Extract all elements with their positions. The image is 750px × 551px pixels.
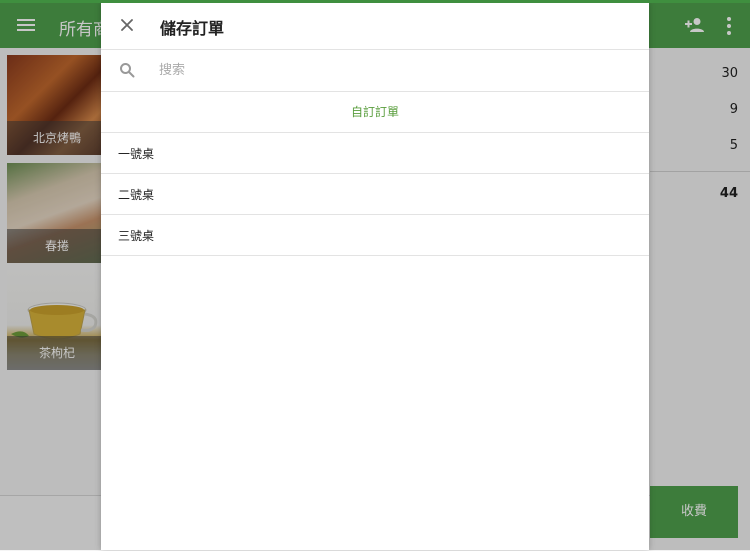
saved-order-label: 三號桌 — [118, 229, 155, 243]
saved-order-label: 二號桌 — [118, 188, 155, 202]
search-input[interactable] — [159, 60, 619, 80]
saved-order-item[interactable]: 一號桌 — [101, 133, 649, 174]
save-order-dialog: 儲存訂單 自訂訂單 一號桌 二號桌 三號桌 — [101, 3, 649, 550]
saved-order-item[interactable]: 二號桌 — [101, 174, 649, 215]
saved-order-label: 一號桌 — [118, 147, 155, 161]
top-accent-line — [0, 0, 750, 3]
close-icon[interactable] — [119, 17, 135, 33]
custom-order-button[interactable]: 自訂訂單 — [101, 92, 649, 133]
dialog-header: 儲存訂單 — [101, 3, 649, 50]
saved-order-item[interactable]: 三號桌 — [101, 215, 649, 256]
search-row — [101, 50, 649, 92]
search-icon — [120, 63, 135, 78]
dialog-title: 儲存訂單 — [160, 19, 225, 38]
